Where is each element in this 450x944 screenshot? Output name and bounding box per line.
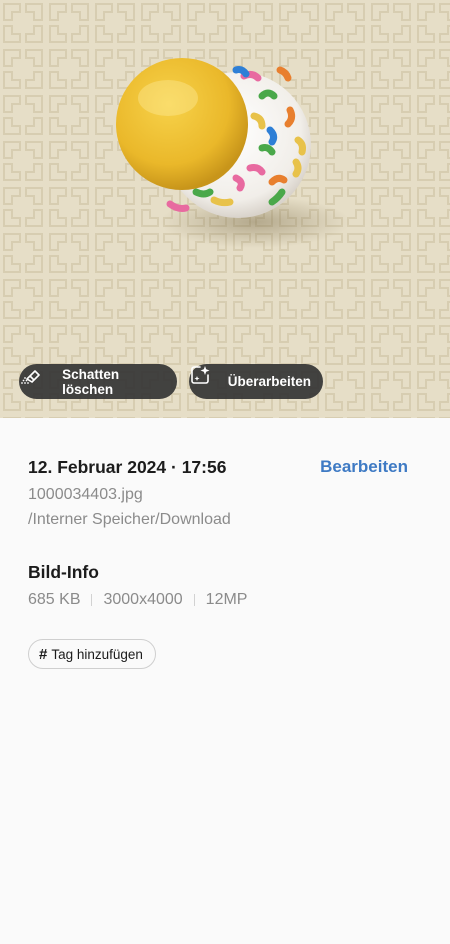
divider	[91, 594, 93, 606]
photo-image	[0, 0, 450, 418]
date-row: 12. Februar 2024 · 17:56 Bearbeiten	[28, 457, 422, 481]
image-info-heading: Bild-Info	[28, 562, 99, 582]
edit-details-button[interactable]: Bearbeiten	[320, 457, 408, 477]
add-tag-button[interactable]: # Tag hinzufügen	[28, 639, 156, 669]
remove-shadow-button[interactable]: Schatten löschen	[19, 364, 177, 399]
file-path: /Interner Speicher/Download	[28, 511, 231, 528]
add-tag-label: Tag hinzufügen	[51, 646, 143, 662]
enhance-button[interactable]: Überarbeiten	[189, 364, 323, 399]
file-size: 685 KB	[28, 591, 81, 608]
image-meta-row: 685 KB 3000x4000 12MP	[28, 591, 247, 609]
megapixels: 12MP	[205, 591, 248, 608]
file-name: 1000034403.jpg	[28, 486, 143, 503]
photo-preview[interactable]: Schatten löschen Überarbeiten	[0, 0, 450, 418]
remove-shadow-label: Schatten löschen	[62, 366, 120, 397]
divider	[193, 594, 195, 606]
hash-icon: #	[39, 645, 48, 663]
capture-date: 12. Februar 2024 · 17:56	[28, 457, 227, 477]
eraser-icon	[21, 370, 53, 394]
enhance-label: Überarbeiten	[227, 374, 311, 389]
resolution: 3000x4000	[103, 591, 183, 608]
sparkle-edit-icon	[191, 366, 219, 394]
